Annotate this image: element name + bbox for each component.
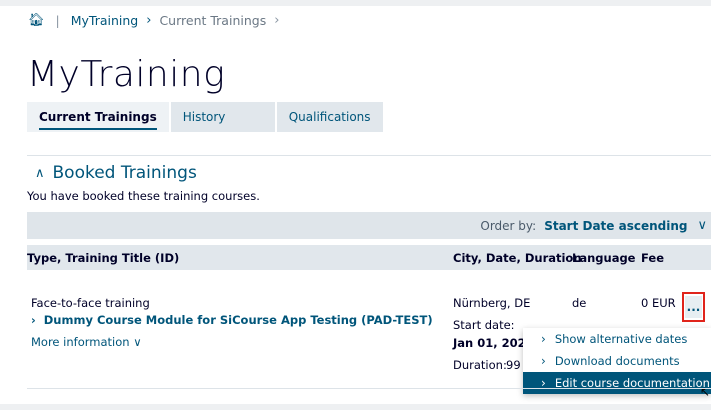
header-language: Language [572, 251, 636, 265]
divider [27, 155, 711, 156]
course-title-link[interactable]: › Dummy Course Module for SiCourse App Te… [31, 313, 433, 327]
page-title: MyTraining [27, 54, 226, 95]
chevron-right-icon: › [31, 313, 36, 327]
menu-item-label: Download documents [554, 354, 680, 368]
tab-current-trainings[interactable]: Current Trainings [27, 102, 169, 132]
duration-label: Duration: [453, 358, 507, 372]
language-value: de [572, 296, 587, 310]
booked-trainings-toggle[interactable]: ∧ Booked Trainings [35, 163, 197, 183]
fee-value: 0 EUR [641, 296, 676, 310]
menu-item-edit-course-documentation[interactable]: › Edit course documentation [523, 372, 711, 394]
breadcrumb-current-trainings[interactable]: Current Trainings [159, 13, 266, 28]
divider [27, 388, 711, 389]
tab-qualifications[interactable]: Qualifications [276, 102, 383, 132]
breadcrumb-mytraining[interactable]: MyTraining [71, 13, 139, 28]
chevron-up-icon: ∧ [35, 165, 45, 181]
more-actions-icon[interactable]: ... [685, 296, 702, 318]
training-type: Face-to-face training [31, 296, 150, 310]
order-select[interactable]: Start Date ascending [544, 219, 687, 233]
menu-item-label: Show alternative dates [554, 332, 688, 346]
top-edge [0, 0, 711, 6]
row-actions-menu: › Show alternative dates › Download docume… [523, 328, 711, 394]
order-label: Order by: [480, 218, 537, 233]
start-date-label: Start date: [453, 318, 515, 332]
more-information-label: More information [31, 335, 130, 349]
city: Nürnberg, DE [453, 296, 531, 310]
chevron-right-icon: › [541, 332, 546, 346]
more-information-link[interactable]: More information ∨ [31, 335, 142, 349]
chevron-down-icon: ∨ [133, 335, 142, 349]
chevron-right-icon: › [541, 354, 546, 368]
order-bar: Order by: Start Date ascending ∨ [27, 212, 711, 239]
chevron-down-icon[interactable]: ∨ [697, 218, 707, 233]
menu-item-download-documents[interactable]: › Download documents [523, 350, 711, 372]
section-title: Booked Trainings [52, 163, 197, 183]
tab-current-trainings-label: Current Trainings [39, 110, 157, 130]
tab-bar: Current Trainings History Qualifications [27, 102, 385, 132]
section-description: You have booked these training courses. [27, 189, 260, 203]
duration-value: 99 [506, 358, 521, 372]
breadcrumb-separator: | [55, 13, 60, 28]
home-icon[interactable]: 🏠︎ [28, 13, 45, 28]
tab-history-label: History [182, 110, 226, 124]
header-fee: Fee [641, 251, 664, 265]
course-title: Dummy Course Module for SiCourse App Tes… [43, 313, 433, 327]
row-actions-button-highlight[interactable]: ... [682, 292, 705, 322]
menu-item-show-alternative-dates[interactable]: › Show alternative dates [523, 328, 711, 350]
chevron-right-icon: › [146, 13, 152, 28]
page: 🏠︎ | MyTraining › Current Trainings › My… [0, 0, 711, 410]
breadcrumb: 🏠︎ | MyTraining › Current Trainings › [28, 13, 287, 28]
tab-history[interactable]: History [170, 102, 275, 132]
bottom-edge [0, 404, 711, 410]
tab-qualifications-label: Qualifications [288, 110, 371, 124]
chevron-right-icon: › [274, 13, 280, 28]
header-type-title: Type, Training Title (ID) [27, 251, 180, 265]
header-city-date-duration: City, Date, Duration [453, 251, 582, 265]
table-header: Type, Training Title (ID) City, Date, Du… [27, 245, 711, 270]
